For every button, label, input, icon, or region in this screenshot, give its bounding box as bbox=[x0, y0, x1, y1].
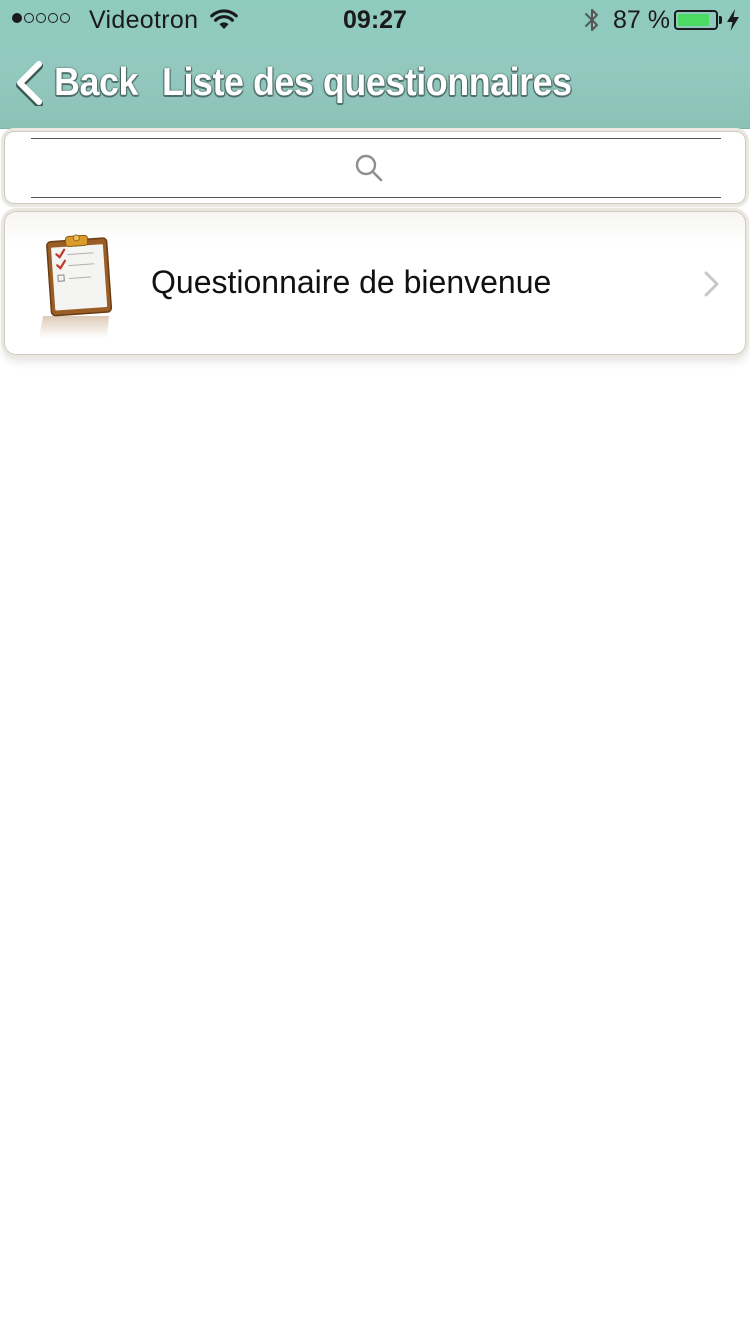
battery-icon bbox=[674, 10, 718, 30]
header: Videotron 09:27 87 % Back Liste des ques… bbox=[0, 0, 750, 129]
search-icon bbox=[354, 153, 384, 188]
clipboard-checklist-icon bbox=[37, 234, 117, 343]
back-label: Back bbox=[54, 61, 138, 104]
back-chevron-icon bbox=[16, 61, 43, 106]
search-bar bbox=[4, 131, 746, 204]
navigation-bar: Back Liste des questionnaires bbox=[0, 40, 750, 128]
battery-percentage: 87 % bbox=[613, 6, 670, 34]
back-button[interactable]: Back bbox=[14, 58, 145, 108]
search-input[interactable] bbox=[31, 138, 721, 198]
list-item[interactable]: Questionnaire de bienvenue bbox=[4, 211, 746, 355]
battery-tip bbox=[719, 16, 722, 24]
status-bar: Videotron 09:27 87 % bbox=[0, 0, 750, 40]
page-title: Liste des questionnaires bbox=[162, 61, 572, 104]
chevron-right-icon bbox=[703, 270, 721, 303]
list-item-label: Questionnaire de bienvenue bbox=[151, 264, 552, 300]
bluetooth-icon bbox=[583, 7, 601, 40]
charging-bolt-icon bbox=[726, 8, 740, 39]
